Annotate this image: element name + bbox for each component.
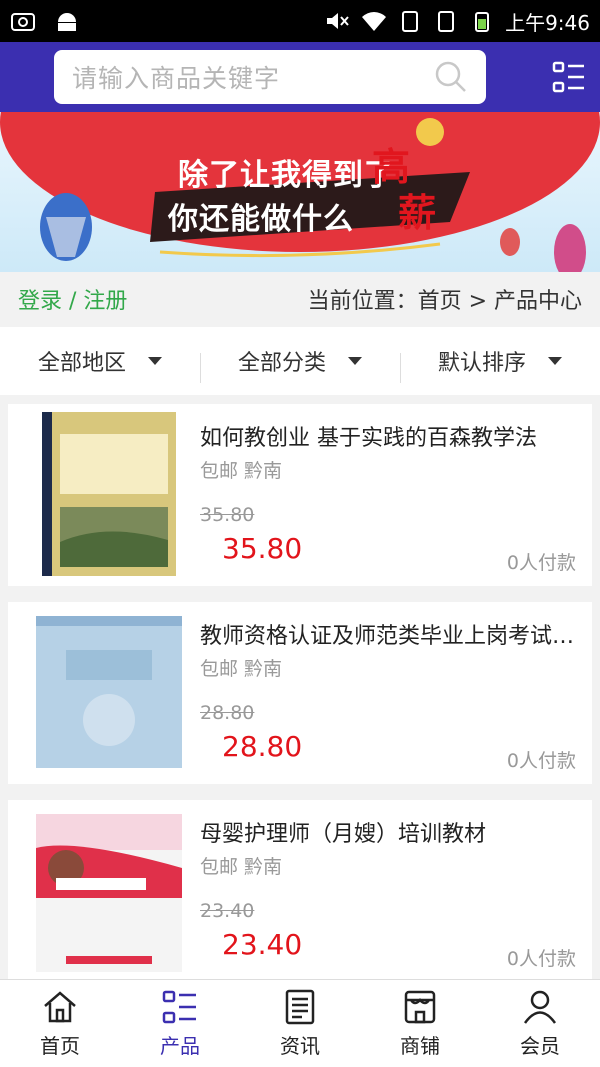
wifi-icon bbox=[362, 12, 387, 31]
sim1-icon bbox=[402, 11, 419, 32]
product-sold-count: 0人付款 bbox=[506, 552, 576, 574]
product-card[interactable]: 教师资格认证及师范类毕业上岗考试辅导教材 包邮 黔南 28.80 28.80 0… bbox=[8, 602, 592, 784]
filter-sort-label: 默认排序 bbox=[437, 351, 526, 376]
search-placeholder: 请输入商品关键字 bbox=[72, 64, 281, 93]
header: 请输入商品关键字 bbox=[0, 42, 600, 112]
product-price: 28.80 bbox=[222, 730, 303, 763]
tab-home-label: 首页 bbox=[40, 1034, 80, 1058]
status-bar: 上午9:46 bbox=[0, 0, 600, 42]
news-icon bbox=[285, 989, 315, 1025]
product-original-price: 35.80 bbox=[200, 504, 255, 526]
product-original-price: 28.80 bbox=[200, 702, 255, 724]
tab-news[interactable]: 资讯 bbox=[240, 980, 360, 1067]
product-shipping: 包邮 黔南 bbox=[200, 658, 283, 680]
banner-line-2: 你还能做什么 bbox=[168, 202, 354, 237]
banner-line-1: 除了让我得到了 bbox=[178, 158, 395, 193]
tab-products[interactable]: 产品 bbox=[120, 980, 240, 1067]
product-card[interactable]: 母婴护理师（月嫂）培训教材 包邮 黔南 23.40 23.40 0人付款 bbox=[8, 800, 592, 982]
product-shipping: 包邮 黔南 bbox=[200, 460, 283, 482]
login-register-link[interactable]: 登录 / 注册 bbox=[18, 283, 127, 315]
dropdown-caret-icon bbox=[348, 357, 362, 365]
filter-sort[interactable]: 默认排序 bbox=[400, 345, 600, 383]
mute-icon bbox=[327, 13, 349, 29]
product-image[interactable] bbox=[36, 412, 182, 576]
product-title[interactable]: 如何教创业 基于实践的百森教学法 bbox=[200, 420, 584, 452]
filter-region-label: 全部地区 bbox=[37, 351, 126, 376]
product-image[interactable] bbox=[36, 808, 182, 972]
product-price: 35.80 bbox=[222, 532, 303, 565]
tab-shop-label: 商铺 bbox=[400, 1034, 440, 1058]
product-title[interactable]: 教师资格认证及师范类毕业上岗考试辅导教材 bbox=[200, 618, 584, 650]
breadcrumb: 当前位置：首页 > 产品中心 bbox=[307, 289, 582, 314]
shop-icon bbox=[404, 990, 436, 1024]
product-image[interactable] bbox=[36, 610, 182, 774]
filter-category-label: 全部分类 bbox=[237, 351, 326, 376]
home-icon bbox=[44, 991, 76, 1023]
dropdown-caret-icon bbox=[548, 357, 562, 365]
tab-member-label: 会员 bbox=[520, 1034, 560, 1058]
product-title[interactable]: 母婴护理师（月嫂）培训教材 bbox=[200, 816, 584, 848]
product-shipping: 包邮 黔南 bbox=[200, 856, 283, 878]
list-icon bbox=[162, 990, 196, 1024]
product-price: 23.40 bbox=[222, 928, 303, 961]
search-input[interactable]: 请输入商品关键字 bbox=[54, 50, 486, 104]
tab-products-label: 产品 bbox=[160, 1034, 200, 1058]
tab-shop[interactable]: 商铺 bbox=[360, 980, 480, 1067]
product-sold-count: 0人付款 bbox=[506, 948, 576, 970]
product-original-price: 23.40 bbox=[200, 900, 255, 922]
dropdown-caret-icon bbox=[148, 357, 162, 365]
promo-banner[interactable]: 除了让我得到了 高 你还能做什么 薪 bbox=[0, 112, 600, 272]
breadcrumb-row: 登录 / 注册 当前位置：首页 > 产品中心 bbox=[0, 272, 600, 326]
user-icon bbox=[523, 990, 557, 1024]
android-icon bbox=[58, 13, 76, 31]
tab-news-label: 资讯 bbox=[280, 1034, 320, 1058]
filter-region[interactable]: 全部地区 bbox=[0, 345, 200, 377]
search-icon[interactable] bbox=[434, 60, 468, 94]
bottom-tab-bar: 首页 产品 资讯 商铺 会员 bbox=[0, 979, 600, 1067]
tab-member[interactable]: 会员 bbox=[480, 980, 600, 1067]
battery-icon bbox=[475, 12, 490, 32]
filter-category[interactable]: 全部分类 bbox=[200, 345, 400, 383]
banner-big-2: 薪 bbox=[398, 191, 437, 235]
status-time: 上午9:46 bbox=[505, 10, 590, 35]
screenshot-icon bbox=[11, 13, 35, 31]
category-menu-icon[interactable] bbox=[552, 60, 586, 94]
tab-home[interactable]: 首页 bbox=[0, 980, 120, 1067]
sim2-icon bbox=[438, 11, 455, 32]
product-sold-count: 0人付款 bbox=[506, 750, 576, 772]
filter-bar: 全部地区 全部分类 默认排序 bbox=[0, 327, 600, 395]
product-card[interactable]: 如何教创业 基于实践的百森教学法 包邮 黔南 35.80 35.80 0人付款 bbox=[8, 404, 592, 586]
